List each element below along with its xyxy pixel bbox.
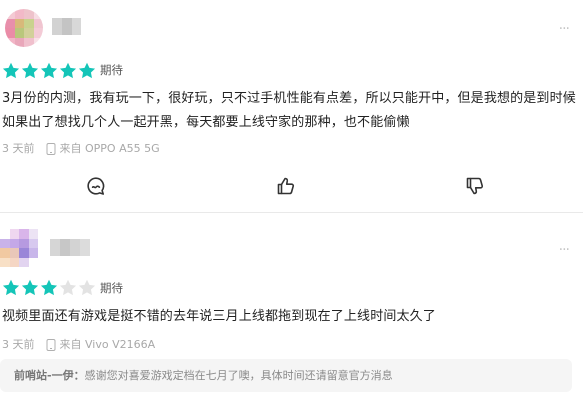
star-rating [2,62,96,79]
dislike-button[interactable] [463,174,487,198]
reply-text: 感谢您对喜爱游戏定档在七月了噢，具体时间还请留意官方消息 [84,369,393,382]
review-text: 3月份的内测，我有玩一下，很好玩，只不过手机性能有点差，所以只能开中，但是我想的… [2,91,576,130]
thumbs-up-icon [277,177,295,195]
star-empty-icon [59,279,77,296]
review-card: ··· 期待 3月份的内测，我有玩一下，很好玩，只不过手机性能有点差，所以只能开… [0,0,583,212]
review-text: 视频里面还有游戏是挺不错的去年说三月上线都拖到现在了上线时间太久了 [2,309,436,324]
star-filled-icon [2,279,20,296]
star-filled-icon [40,62,58,79]
review-meta: 3 天前 来自 OPPO A55 5G [2,142,160,156]
reply-author: 前哨站-一伊： [14,369,85,382]
like-button[interactable] [274,174,298,198]
avatar[interactable] [5,9,43,47]
review-meta: 3 天前 来自 Vivo V2166A [2,338,155,352]
review-time: 3 天前 [2,142,35,155]
phone-icon [46,339,56,351]
star-rating [2,279,96,296]
phone-icon [46,143,56,155]
more-dots-icon[interactable]: ··· [559,22,570,36]
rating-label: 期待 [100,63,123,77]
star-filled-icon [2,62,20,79]
review-device: 来自 OPPO A55 5G [59,142,160,155]
comment-icon [87,177,105,195]
thumbs-down-icon [466,177,484,195]
star-filled-icon [40,279,58,296]
star-filled-icon [21,62,39,79]
username-blurred[interactable] [50,239,90,256]
review-device: 来自 Vivo V2166A [59,338,156,351]
rating-label: 期待 [100,281,123,295]
comment-button[interactable] [84,174,108,198]
star-filled-icon [21,279,39,296]
star-empty-icon [78,279,96,296]
more-dots-icon[interactable]: ··· [559,243,570,257]
star-filled-icon [78,62,96,79]
developer-reply: 前哨站-一伊：感谢您对喜爱游戏定档在七月了噢，具体时间还请留意官方消息 [0,359,572,392]
star-filled-icon [59,62,77,79]
avatar[interactable] [0,229,38,267]
review-time: 3 天前 [2,338,35,351]
username-blurred[interactable] [52,18,81,35]
